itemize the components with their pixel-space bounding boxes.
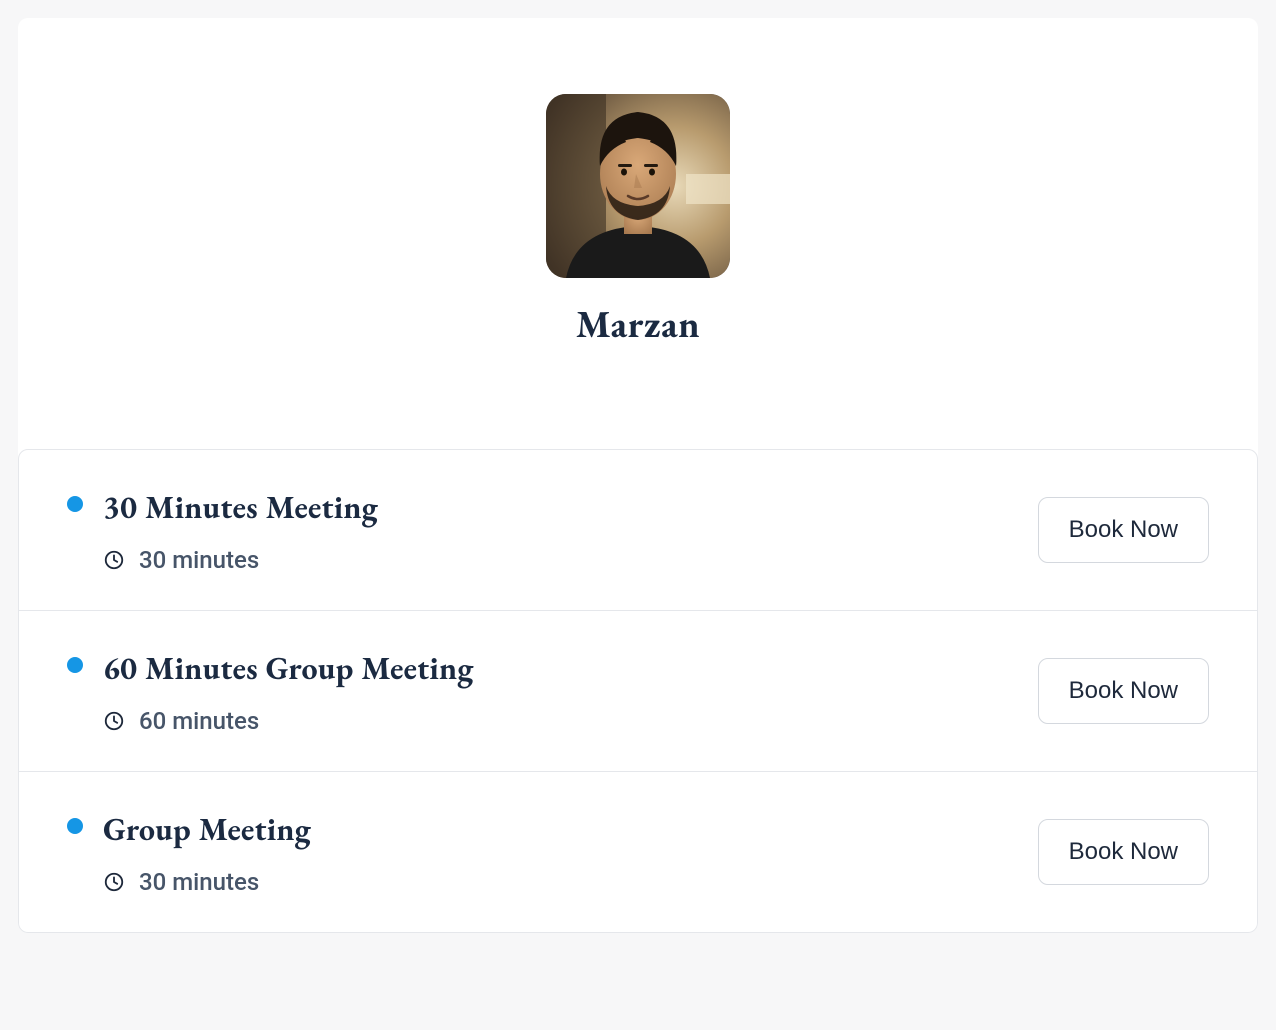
meeting-row-left: Group Meeting 30 minutes: [67, 808, 311, 896]
duration-text: 30 minutes: [139, 868, 259, 896]
meeting-info: 60 Minutes Group Meeting 60 minutes: [103, 647, 474, 735]
clock-icon: [103, 710, 125, 732]
meeting-title: Group Meeting: [103, 808, 311, 850]
meeting-row: 60 Minutes Group Meeting 60 minutes Book…: [19, 611, 1257, 772]
avatar-image: [546, 94, 730, 278]
meeting-title: 30 Minutes Meeting: [103, 486, 378, 528]
host-avatar: [546, 94, 730, 278]
meeting-row: 30 Minutes Meeting 30 minutes Book Now: [19, 450, 1257, 611]
host-name: Marzan: [576, 300, 700, 349]
meeting-duration: 30 minutes: [103, 546, 378, 574]
duration-text: 60 minutes: [139, 707, 259, 735]
book-now-button[interactable]: Book Now: [1038, 819, 1209, 885]
meeting-duration: 60 minutes: [103, 707, 474, 735]
duration-text: 30 minutes: [139, 546, 259, 574]
status-dot-icon: [67, 496, 83, 512]
clock-icon: [103, 549, 125, 571]
meeting-info: 30 Minutes Meeting 30 minutes: [103, 486, 378, 574]
meeting-info: Group Meeting 30 minutes: [103, 808, 311, 896]
meeting-row: Group Meeting 30 minutes Book Now: [19, 772, 1257, 932]
meeting-list: 30 Minutes Meeting 30 minutes Book Now 6…: [18, 449, 1258, 933]
meeting-title: 60 Minutes Group Meeting: [103, 647, 474, 689]
host-profile: Marzan: [18, 94, 1258, 349]
status-dot-icon: [67, 818, 83, 834]
book-now-button[interactable]: Book Now: [1038, 497, 1209, 563]
clock-icon: [103, 871, 125, 893]
book-now-button[interactable]: Book Now: [1038, 658, 1209, 724]
booking-card: Marzan 30 Minutes Meeting 30 minutes Boo: [18, 18, 1258, 933]
meeting-row-left: 60 Minutes Group Meeting 60 minutes: [67, 647, 474, 735]
meeting-row-left: 30 Minutes Meeting 30 minutes: [67, 486, 378, 574]
meeting-duration: 30 minutes: [103, 868, 311, 896]
status-dot-icon: [67, 657, 83, 673]
